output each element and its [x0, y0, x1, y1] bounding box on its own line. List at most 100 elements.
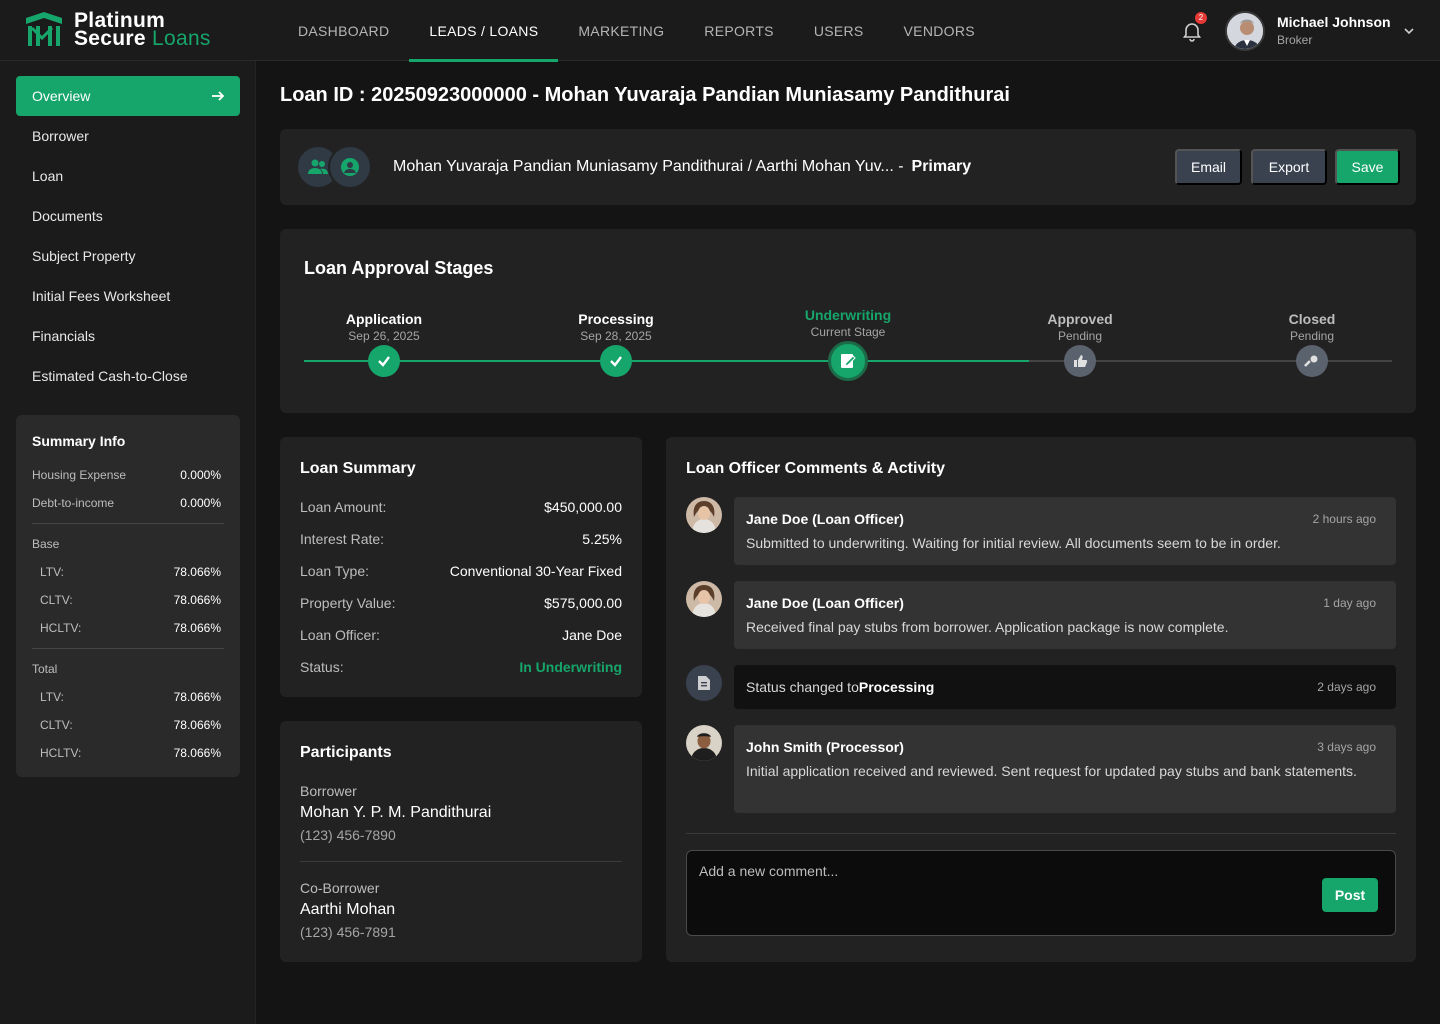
- status-label: Status:: [300, 659, 344, 675]
- comment-author: Jane Doe (Loan Officer): [746, 511, 904, 527]
- loan-type-label: Loan Type:: [300, 563, 370, 579]
- arrow-right-icon: [212, 91, 225, 101]
- loan-amount-label: Loan Amount:: [300, 499, 387, 515]
- user-avatar[interactable]: [1225, 11, 1265, 51]
- sidebar-item-loan[interactable]: Loan: [16, 156, 240, 196]
- avatar: [686, 725, 722, 761]
- base-hcltv-label: HCLTV:: [40, 621, 82, 635]
- sidebar-item-label: Estimated Cash-to-Close: [32, 368, 188, 384]
- comment-author: John Smith (Processor): [746, 739, 904, 755]
- stage-date: Pending: [1057, 329, 1103, 343]
- check-icon: [600, 345, 632, 377]
- logo-line-2-main: Secure: [74, 27, 146, 50]
- top-navbar: Platinum Secure Loans DASHBOARD LEADS / …: [0, 0, 1440, 62]
- dti-label: Debt-to-income: [32, 496, 115, 510]
- total-ltv-label: LTV:: [40, 690, 65, 704]
- primary-label: Primary: [911, 158, 972, 175]
- status-badge: In Underwriting: [519, 659, 622, 675]
- base-cltv-label: CLTV:: [40, 593, 73, 607]
- stage-processing: Processing Sep 28, 2025: [536, 311, 696, 343]
- sidebar-item-estimated-cash-to-close[interactable]: Estimated Cash-to-Close: [16, 356, 240, 396]
- stage-name: Processing: [578, 311, 654, 327]
- base-hcltv-value: 78.066%: [173, 621, 221, 635]
- loan-officer-label: Loan Officer:: [300, 627, 380, 643]
- comment-author: Jane Doe (Loan Officer): [746, 595, 904, 611]
- borrower-bar: Mohan Yuvaraja Pandian Muniasamy Pandith…: [280, 129, 1416, 205]
- participants-card: Participants Borrower Mohan Y. P. M. Pan…: [280, 721, 642, 962]
- thumbs-up-icon: [1064, 345, 1096, 377]
- comment-text: Submitted to underwriting. Waiting for i…: [746, 535, 1281, 551]
- sidebar-item-initial-fees-worksheet[interactable]: Initial Fees Worksheet: [16, 276, 240, 316]
- interest-rate-value: 5.25%: [582, 531, 622, 547]
- nav-dashboard[interactable]: DASHBOARD: [278, 0, 409, 61]
- housing-expense-label: Housing Expense: [32, 468, 127, 482]
- interest-rate-label: Interest Rate:: [300, 531, 385, 547]
- total-cltv-value: 78.066%: [173, 718, 221, 732]
- status-change-value: Processing: [858, 679, 935, 695]
- sidebar-item-borrower[interactable]: Borrower: [16, 116, 240, 156]
- borrower-role: Borrower: [300, 783, 357, 799]
- co-borrower-role: Co-Borrower: [300, 880, 380, 896]
- divider: [686, 833, 1396, 834]
- stage-progress-line-complete: [304, 360, 1029, 362]
- nav-marketing[interactable]: MARKETING: [558, 0, 684, 61]
- loan-amount-value: $450,000.00: [544, 499, 622, 515]
- stage-date: Current Stage: [810, 325, 886, 339]
- total-hcltv-value: 78.066%: [173, 746, 221, 760]
- comment-time: 3 days ago: [1317, 740, 1376, 754]
- total-hcltv-label: HCLTV:: [40, 746, 82, 760]
- comment-item: John Smith (Processor) 3 days ago Initia…: [734, 725, 1396, 813]
- sidebar-item-financials[interactable]: Financials: [16, 316, 240, 356]
- divider: [300, 861, 622, 862]
- stage-closed: Closed Pending: [1232, 311, 1392, 343]
- nav-leads-loans[interactable]: LEADS / LOANS: [409, 0, 559, 62]
- nav-users[interactable]: USERS: [794, 0, 884, 61]
- stage-application: Application Sep 26, 2025: [304, 311, 464, 343]
- comments-activity-card: Loan Officer Comments & Activity Jane Do…: [666, 437, 1416, 962]
- nav-vendors[interactable]: VENDORS: [884, 0, 995, 61]
- participants-title: Participants: [300, 744, 392, 761]
- borrower-names-text: Mohan Yuvaraja Pandian Muniasamy Pandith…: [393, 158, 904, 175]
- activity-title: Loan Officer Comments & Activity: [686, 460, 946, 477]
- sidebar-item-label: Initial Fees Worksheet: [32, 288, 171, 304]
- sidebar-item-label: Financials: [32, 328, 96, 344]
- total-group-label: Total: [32, 662, 58, 676]
- document-icon: [686, 665, 722, 701]
- comment-text: Received final pay stubs from borrower. …: [746, 619, 1229, 635]
- edit-document-icon: [828, 341, 868, 381]
- page-title: Loan ID : 20250923000000 - Mohan Yuvaraj…: [280, 84, 1010, 106]
- stage-name: Approved: [1047, 311, 1113, 327]
- housing-expense-value: 0.000%: [180, 468, 221, 482]
- loan-type-value: Conventional 30-Year Fixed: [449, 563, 622, 579]
- post-button[interactable]: Post: [1322, 878, 1378, 912]
- borrower-avatars: [296, 145, 372, 189]
- main-nav: DASHBOARD LEADS / LOANS MARKETING REPORT…: [278, 0, 995, 62]
- logo-line-2: Secure Loans: [74, 27, 211, 50]
- stage-name: Application: [345, 311, 423, 327]
- stage-date: Sep 28, 2025: [580, 329, 652, 343]
- check-icon: [368, 345, 400, 377]
- sidebar-item-documents[interactable]: Documents: [16, 196, 240, 236]
- chevron-down-icon[interactable]: [1402, 24, 1416, 38]
- nav-reports[interactable]: REPORTS: [684, 0, 794, 61]
- export-button[interactable]: Export: [1251, 149, 1327, 185]
- co-borrower-name: Aarthi Mohan: [300, 901, 396, 918]
- sidebar-item-label: Borrower: [32, 128, 89, 144]
- sidebar-item-label: Subject Property: [32, 248, 136, 264]
- status-change-prefix: Status changed to: [746, 679, 859, 695]
- dti-value: 0.000%: [180, 496, 221, 510]
- comment-input[interactable]: [699, 863, 1299, 923]
- stage-date: Pending: [1289, 329, 1335, 343]
- stage-name: Underwriting: [804, 307, 892, 323]
- sidebar-item-overview[interactable]: Overview: [16, 76, 240, 116]
- comment-text: Initial application received and reviewe…: [746, 763, 1357, 779]
- base-cltv-value: 78.066%: [173, 593, 221, 607]
- summary-info-card: Summary Info Housing Expense 0.000% Debt…: [16, 415, 240, 777]
- logo[interactable]: Platinum Secure Loans: [22, 10, 211, 50]
- email-button[interactable]: Email: [1175, 149, 1242, 185]
- total-ltv-value: 78.066%: [173, 690, 221, 704]
- save-button[interactable]: Save: [1335, 149, 1400, 185]
- sidebar-item-subject-property[interactable]: Subject Property: [16, 236, 240, 276]
- user-name[interactable]: Michael Johnson: [1277, 14, 1391, 30]
- sidebar-item-label: Documents: [32, 208, 103, 224]
